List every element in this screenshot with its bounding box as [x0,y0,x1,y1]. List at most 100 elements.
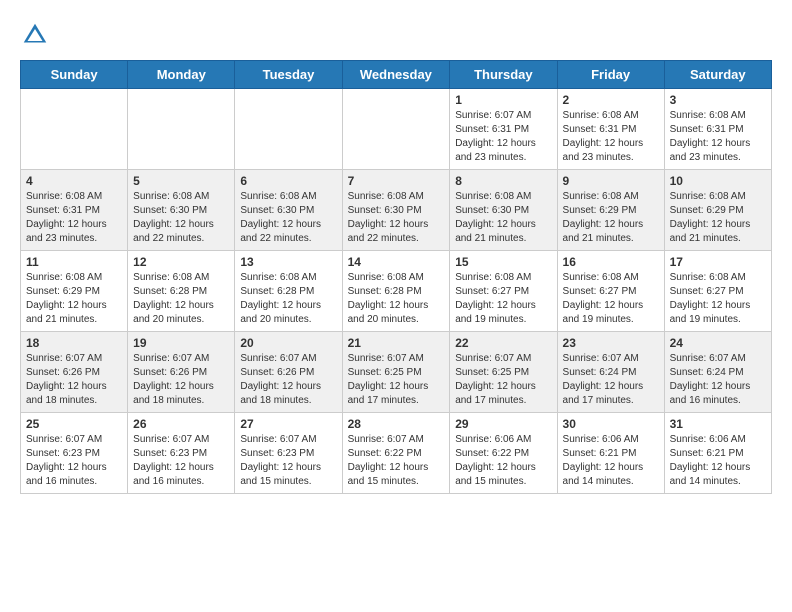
calendar-week-row: 18 Sunrise: 6:07 AM Sunset: 6:26 PM Dayli… [21,332,772,413]
calendar-day-cell: 15 Sunrise: 6:08 AM Sunset: 6:27 PM Dayli… [450,251,557,332]
day-info: Sunrise: 6:08 AM Sunset: 6:31 PM Dayligh… [26,190,122,246]
day-info: Sunrise: 6:08 AM Sunset: 6:27 PM Dayligh… [670,271,766,327]
calendar-week-row: 11 Sunrise: 6:08 AM Sunset: 6:29 PM Dayli… [21,251,772,332]
day-number: 24 [670,336,766,350]
calendar-day-cell: 7 Sunrise: 6:08 AM Sunset: 6:30 PM Daylig… [342,170,450,251]
day-info: Sunrise: 6:07 AM Sunset: 6:23 PM Dayligh… [26,433,122,489]
calendar-week-row: 4 Sunrise: 6:08 AM Sunset: 6:31 PM Daylig… [21,170,772,251]
day-info: Sunrise: 6:08 AM Sunset: 6:29 PM Dayligh… [670,190,766,246]
logo [20,20,54,50]
day-number: 29 [455,417,551,431]
calendar-week-row: 1 Sunrise: 6:07 AM Sunset: 6:31 PM Daylig… [21,89,772,170]
day-number: 3 [670,93,766,107]
calendar-day-cell: 29 Sunrise: 6:06 AM Sunset: 6:22 PM Dayli… [450,413,557,494]
day-info: Sunrise: 6:08 AM Sunset: 6:30 PM Dayligh… [240,190,336,246]
day-number: 1 [455,93,551,107]
day-number: 5 [133,174,229,188]
calendar-day-cell: 16Sunrise: 6:08 AM Sunset: 6:27 PM Dayli… [557,251,664,332]
day-info: Sunrise: 6:06 AM Sunset: 6:21 PM Dayligh… [670,433,766,489]
day-info: Sunrise: 6:08 AM Sunset: 6:29 PM Dayligh… [26,271,122,327]
day-number: 22 [455,336,551,350]
calendar-day-cell: 11 Sunrise: 6:08 AM Sunset: 6:29 PM Dayli… [21,251,128,332]
calendar-day-cell [21,89,128,170]
day-number: 13 [240,255,336,269]
calendar-day-cell: 6 Sunrise: 6:08 AM Sunset: 6:30 PM Daylig… [235,170,342,251]
day-number: 19 [133,336,229,350]
day-number: 11 [26,255,122,269]
day-number: 28 [348,417,445,431]
day-number: 18 [26,336,122,350]
calendar-day-cell: 4 Sunrise: 6:08 AM Sunset: 6:31 PM Daylig… [21,170,128,251]
calendar-day-cell: 19 Sunrise: 6:07 AM Sunset: 6:26 PM Dayli… [128,332,235,413]
day-info: Sunrise: 6:06 AM Sunset: 6:22 PM Dayligh… [455,433,551,489]
calendar-day-cell [235,89,342,170]
calendar-day-cell: 20 Sunrise: 6:07 AM Sunset: 6:26 PM Dayli… [235,332,342,413]
day-number: 21 [348,336,445,350]
day-info: Sunrise: 6:07 AM Sunset: 6:23 PM Dayligh… [240,433,336,489]
calendar-day-cell: 27 Sunrise: 6:07 AM Sunset: 6:23 PM Dayli… [235,413,342,494]
calendar-day-cell: 30Sunrise: 6:06 AM Sunset: 6:21 PM Dayli… [557,413,664,494]
day-number: 23 [563,336,659,350]
calendar-day-cell: 17 Sunrise: 6:08 AM Sunset: 6:27 PM Dayli… [664,251,771,332]
day-info: Sunrise: 6:08 AM Sunset: 6:28 PM Dayligh… [240,271,336,327]
day-info: Sunrise: 6:07 AM Sunset: 6:23 PM Dayligh… [133,433,229,489]
day-number: 2 [563,93,659,107]
logo-icon [20,20,50,50]
day-number: 15 [455,255,551,269]
day-number: 8 [455,174,551,188]
day-number: 6 [240,174,336,188]
day-info: Sunrise: 6:07 AM Sunset: 6:24 PM Dayligh… [670,352,766,408]
calendar-day-cell: 22 Sunrise: 6:07 AM Sunset: 6:25 PM Dayli… [450,332,557,413]
day-info: Sunrise: 6:07 AM Sunset: 6:25 PM Dayligh… [348,352,445,408]
day-info: Sunrise: 6:07 AM Sunset: 6:26 PM Dayligh… [240,352,336,408]
day-number: 9 [563,174,659,188]
calendar-day-cell [342,89,450,170]
day-info: Sunrise: 6:08 AM Sunset: 6:28 PM Dayligh… [133,271,229,327]
calendar-day-cell [128,89,235,170]
day-of-week-header: Sunday [21,61,128,89]
day-info: Sunrise: 6:08 AM Sunset: 6:30 PM Dayligh… [455,190,551,246]
day-number: 25 [26,417,122,431]
day-number: 7 [348,174,445,188]
day-of-week-header: Monday [128,61,235,89]
day-info: Sunrise: 6:08 AM Sunset: 6:28 PM Dayligh… [348,271,445,327]
calendar-table: SundayMondayTuesdayWednesdayThursdayFrid… [20,60,772,494]
day-number: 14 [348,255,445,269]
day-info: Sunrise: 6:06 AM Sunset: 6:21 PM Dayligh… [563,433,659,489]
day-number: 17 [670,255,766,269]
day-info: Sunrise: 6:08 AM Sunset: 6:31 PM Dayligh… [563,109,659,165]
day-number: 27 [240,417,336,431]
day-number: 20 [240,336,336,350]
day-number: 4 [26,174,122,188]
calendar-day-cell: 2 Sunrise: 6:08 AM Sunset: 6:31 PM Daylig… [557,89,664,170]
day-info: Sunrise: 6:07 AM Sunset: 6:31 PM Dayligh… [455,109,551,165]
day-info: Sunrise: 6:08 AM Sunset: 6:27 PM Dayligh… [563,271,659,327]
calendar-day-cell: 18 Sunrise: 6:07 AM Sunset: 6:26 PM Dayli… [21,332,128,413]
day-info: Sunrise: 6:08 AM Sunset: 6:27 PM Dayligh… [455,271,551,327]
day-info: Sunrise: 6:08 AM Sunset: 6:30 PM Dayligh… [348,190,445,246]
day-number: 10 [670,174,766,188]
calendar-day-cell: 14 Sunrise: 6:08 AM Sunset: 6:28 PM Dayli… [342,251,450,332]
day-number: 26 [133,417,229,431]
calendar-day-cell: 8 Sunrise: 6:08 AM Sunset: 6:30 PM Daylig… [450,170,557,251]
calendar-day-cell: 1 Sunrise: 6:07 AM Sunset: 6:31 PM Daylig… [450,89,557,170]
day-info: Sunrise: 6:07 AM Sunset: 6:26 PM Dayligh… [133,352,229,408]
calendar-day-cell: 5 Sunrise: 6:08 AM Sunset: 6:30 PM Daylig… [128,170,235,251]
calendar-day-cell: 3 Sunrise: 6:08 AM Sunset: 6:31 PM Daylig… [664,89,771,170]
day-of-week-header: Wednesday [342,61,450,89]
day-number: 12 [133,255,229,269]
day-of-week-header: Friday [557,61,664,89]
day-info: Sunrise: 6:07 AM Sunset: 6:26 PM Dayligh… [26,352,122,408]
day-number: 31 [670,417,766,431]
calendar-week-row: 25 Sunrise: 6:07 AM Sunset: 6:23 PM Dayli… [21,413,772,494]
calendar-day-cell: 13 Sunrise: 6:08 AM Sunset: 6:28 PM Dayli… [235,251,342,332]
day-info: Sunrise: 6:08 AM Sunset: 6:31 PM Dayligh… [670,109,766,165]
day-of-week-header: Tuesday [235,61,342,89]
calendar-day-cell: 26 Sunrise: 6:07 AM Sunset: 6:23 PM Dayli… [128,413,235,494]
day-info: Sunrise: 6:07 AM Sunset: 6:24 PM Dayligh… [563,352,659,408]
day-info: Sunrise: 6:08 AM Sunset: 6:30 PM Dayligh… [133,190,229,246]
calendar-day-cell: 23 Sunrise: 6:07 AM Sunset: 6:24 PM Dayli… [557,332,664,413]
calendar-day-cell: 24 Sunrise: 6:07 AM Sunset: 6:24 PM Dayli… [664,332,771,413]
day-info: Sunrise: 6:07 AM Sunset: 6:25 PM Dayligh… [455,352,551,408]
day-of-week-header: Saturday [664,61,771,89]
